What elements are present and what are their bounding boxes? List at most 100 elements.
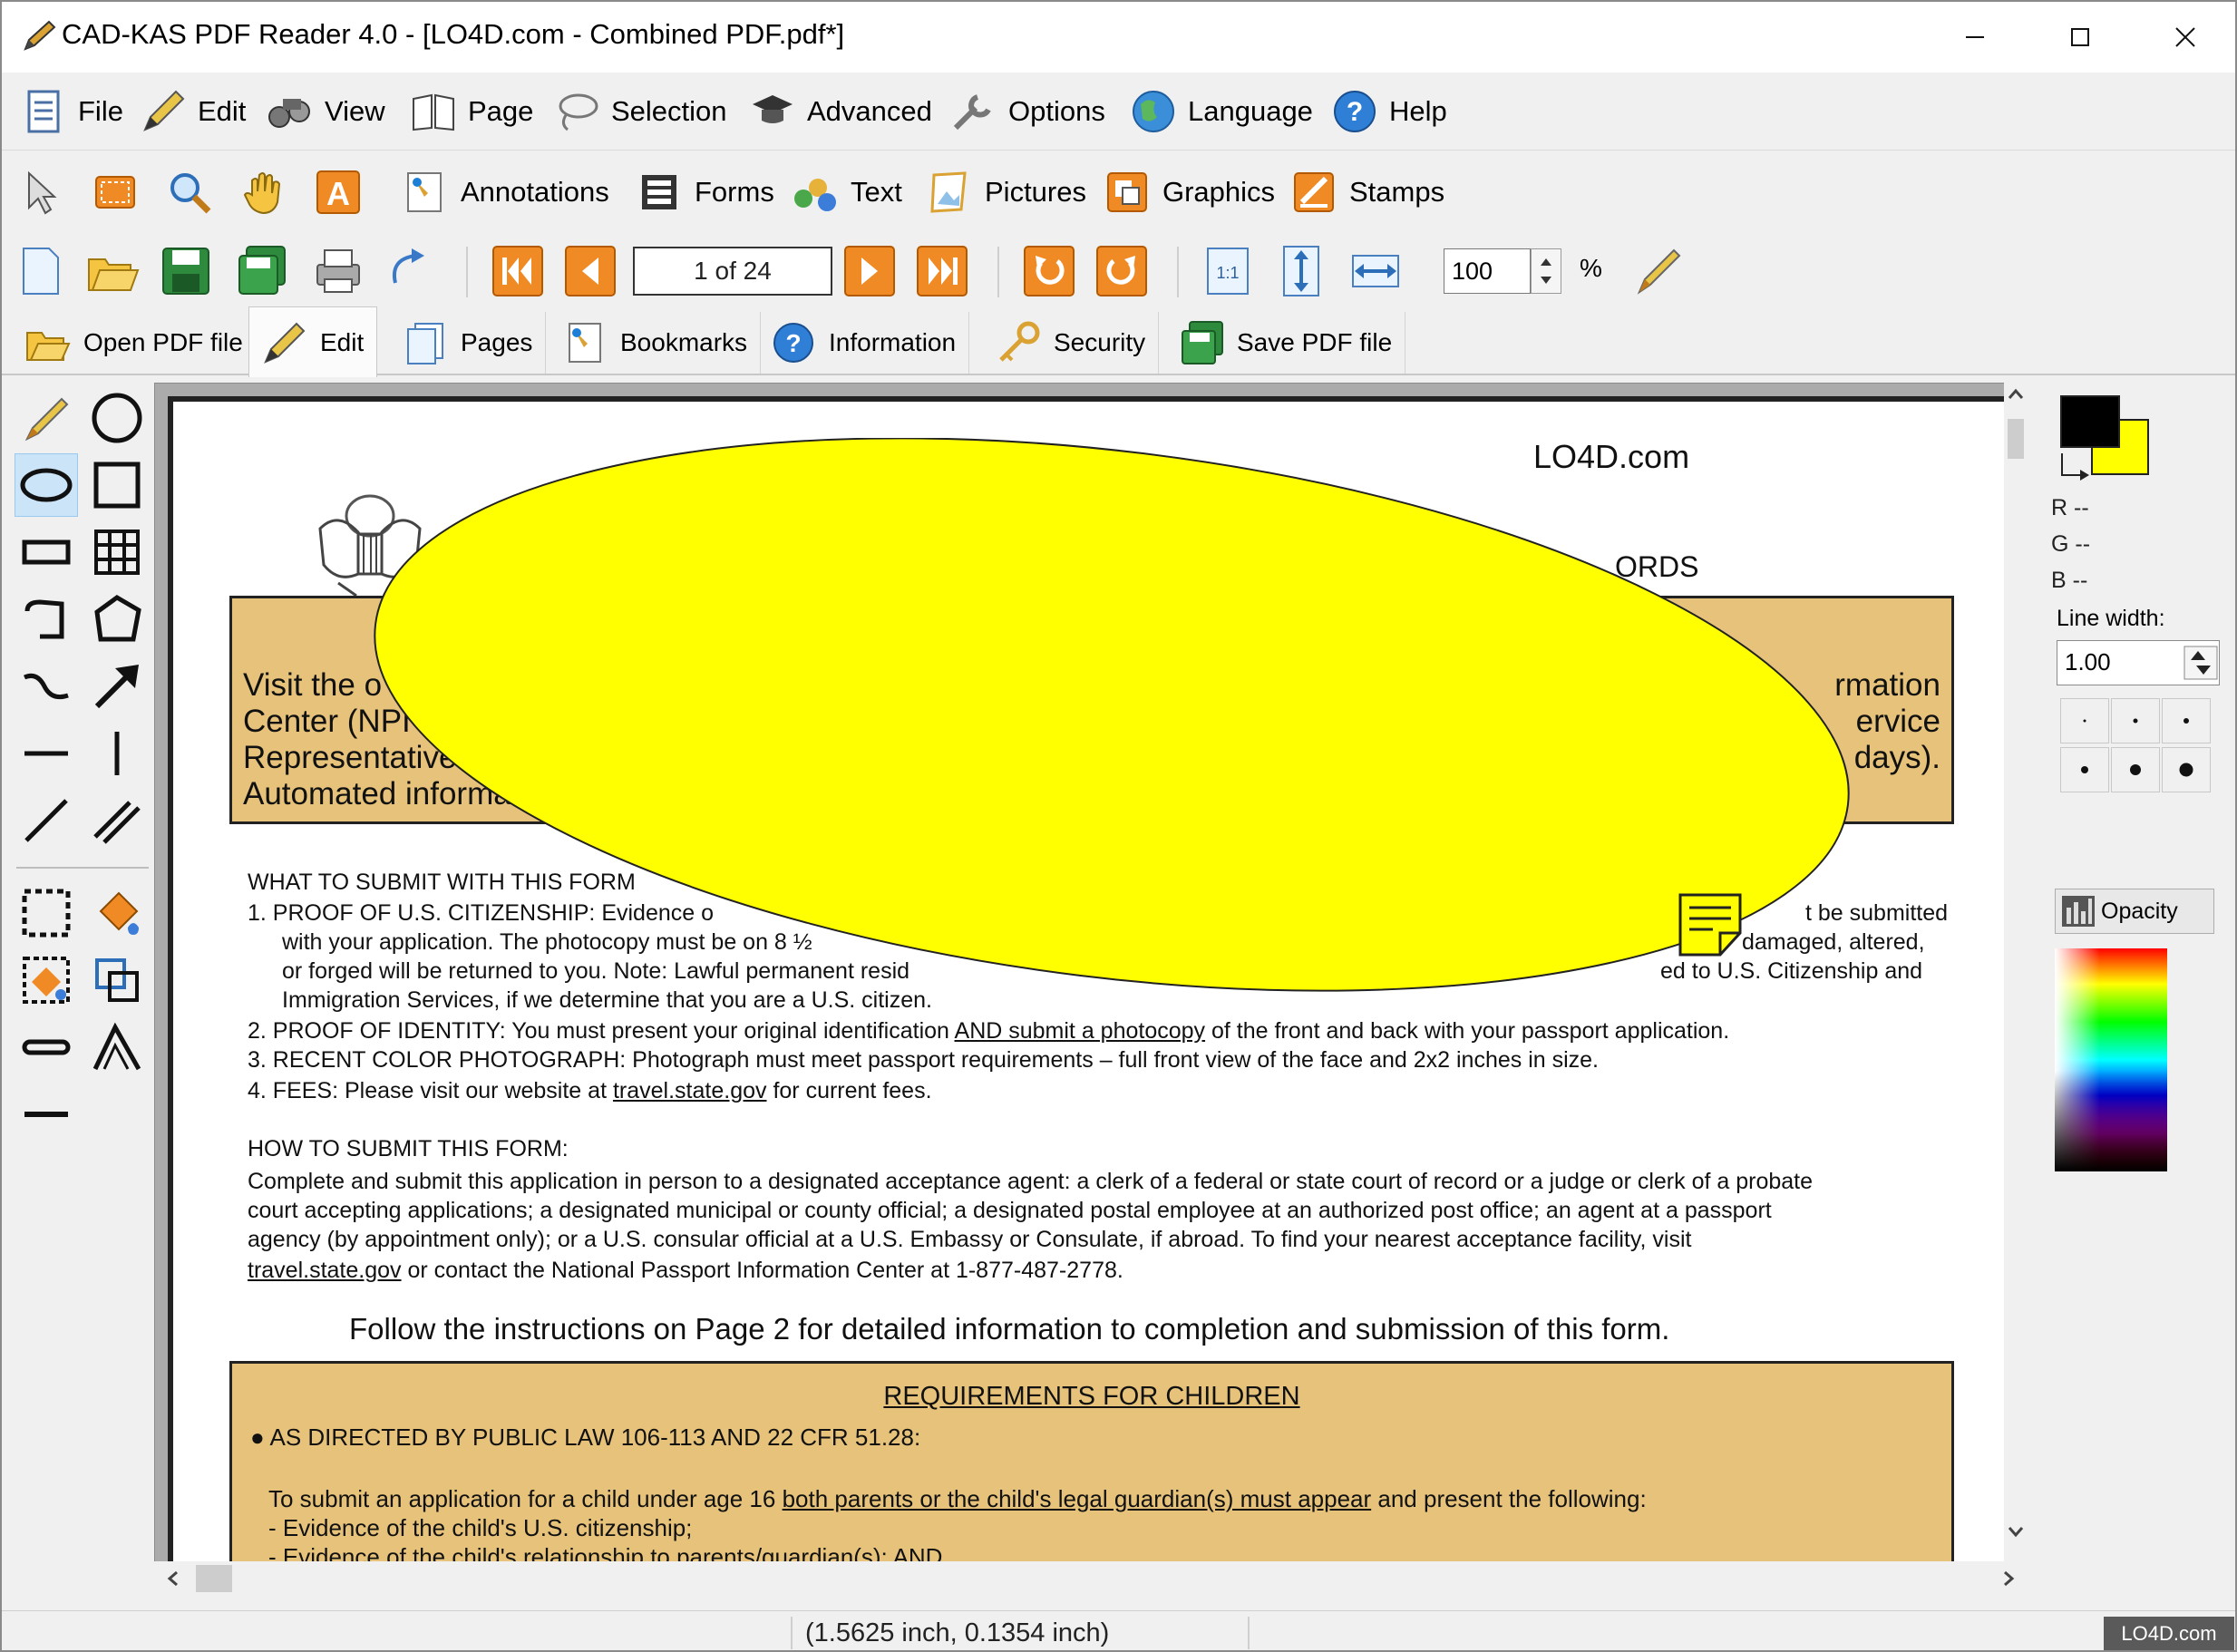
globe-icon [1133, 91, 1174, 132]
horizontal-scrollbar[interactable] [154, 1561, 2028, 1596]
new-document-icon[interactable] [13, 243, 69, 299]
marquee-tool[interactable] [91, 161, 151, 223]
thick-line-tool[interactable] [15, 1083, 78, 1146]
document-viewport[interactable]: LO4D.com ORDS Visit the o Center (NPI Re… [154, 383, 2028, 1596]
pdf-page[interactable]: LO4D.com ORDS Visit the o Center (NPI Re… [168, 396, 2008, 1575]
arrow-tool[interactable] [85, 655, 149, 718]
text-a-icon: A [316, 170, 360, 214]
vertical-line-tool[interactable] [85, 722, 149, 785]
scroll-up-icon[interactable] [2004, 383, 2028, 406]
ellipse-tool[interactable] [15, 453, 78, 517]
forms-tool[interactable]: Forms [635, 161, 774, 223]
save-all-icon[interactable] [234, 243, 290, 299]
pictures-tool[interactable]: Pictures [925, 161, 1086, 223]
rounded-line-tool[interactable] [15, 1015, 78, 1079]
point-size-option[interactable] [2060, 747, 2109, 792]
point-size-option[interactable] [2162, 747, 2211, 792]
next-page-icon[interactable] [841, 243, 898, 299]
first-page-icon[interactable] [490, 243, 546, 299]
horizontal-scroll-thumb[interactable] [196, 1565, 232, 1592]
select-tool[interactable] [18, 161, 78, 223]
menu-edit[interactable]: Edit [140, 80, 246, 143]
tab-pages[interactable]: Pages [390, 312, 547, 374]
vertical-scroll-thumb[interactable] [2008, 419, 2024, 459]
square-tool[interactable] [85, 453, 149, 517]
fees-link[interactable]: travel.state.gov [613, 1078, 767, 1103]
point-size-option[interactable] [2111, 698, 2160, 743]
tab-bookmarks[interactable]: Bookmarks [550, 312, 762, 374]
menu-help[interactable]: ? Help [1331, 80, 1447, 143]
fit-width-icon[interactable] [1347, 243, 1404, 299]
annotations-tool[interactable]: Annotations [401, 161, 609, 223]
point-size-option[interactable] [2162, 698, 2211, 743]
text-select-tool[interactable]: A [314, 161, 374, 223]
scroll-right-icon[interactable] [1997, 1567, 2020, 1590]
polygon-tool[interactable] [85, 588, 149, 651]
zoom-input[interactable]: 100 [1444, 248, 1531, 294]
stamps-tool[interactable]: Stamps [1289, 161, 1444, 223]
tab-security[interactable]: Security [983, 312, 1160, 374]
maximize-button[interactable] [2028, 2, 2133, 73]
yellow-ellipse-annotation[interactable] [373, 438, 1887, 1000]
fill-tool[interactable] [85, 881, 149, 945]
previous-page-icon[interactable] [562, 243, 618, 299]
travel-link[interactable]: travel.state.gov [248, 1258, 402, 1283]
point-size-option[interactable] [2060, 698, 2109, 743]
hand-tool[interactable] [239, 161, 299, 223]
tab-information[interactable]: ? Information [758, 312, 970, 374]
color-picker-gradient[interactable] [2055, 948, 2167, 1171]
menu-view[interactable]: View [267, 80, 385, 143]
line-tool[interactable] [15, 789, 78, 852]
polyline-tool[interactable] [15, 588, 78, 651]
swap-colors-icon[interactable] [2058, 450, 2095, 482]
open-folder-icon[interactable] [85, 243, 141, 299]
minimize-button[interactable] [1922, 2, 2028, 73]
page-number-field[interactable]: 1 of 24 [633, 247, 832, 296]
undo-arrow-icon[interactable] [383, 243, 439, 299]
fit-height-icon[interactable] [1273, 243, 1329, 299]
tab-edit[interactable]: Edit [248, 306, 378, 377]
line-width-spinner-icon[interactable] [2184, 646, 2218, 680]
point-size-option[interactable] [2111, 747, 2160, 792]
tab-open-pdf-file[interactable]: Open PDF file [13, 312, 257, 374]
text-tool[interactable]: Text [791, 161, 902, 223]
actual-size-icon[interactable]: 1:1 [1201, 243, 1257, 299]
print-icon[interactable] [310, 243, 366, 299]
menu-page[interactable]: Page [410, 80, 533, 143]
rect-select-tool[interactable] [15, 881, 78, 945]
item2-underlined: AND submit a photocopy [954, 1018, 1206, 1044]
tab-save-pdf-file[interactable]: Save PDF file [1166, 312, 1406, 374]
graphics-tool[interactable]: Graphics [1103, 161, 1275, 223]
menu-options[interactable]: Options [950, 80, 1105, 143]
double-line-tool[interactable] [85, 789, 149, 852]
menu-selection[interactable]: Selection [553, 80, 727, 143]
angle-tool[interactable] [85, 1015, 149, 1079]
vertical-scrollbar[interactable] [2004, 383, 2028, 1561]
menu-language[interactable]: Language [1130, 80, 1313, 143]
curve-tool[interactable] [15, 655, 78, 718]
menu-advanced[interactable]: Advanced [749, 80, 932, 143]
foreground-color-swatch[interactable] [2060, 395, 2120, 448]
table-tool[interactable] [85, 520, 149, 584]
scroll-left-icon[interactable] [161, 1567, 185, 1590]
scroll-down-icon[interactable] [2004, 1520, 2028, 1543]
close-button[interactable] [2133, 2, 2235, 73]
rotate-right-icon[interactable] [1094, 243, 1150, 299]
zoom-spinner[interactable] [1531, 248, 1561, 294]
text-icon [794, 179, 836, 211]
children-line1-underlined: both parents or the child's legal guardi… [782, 1485, 1372, 1512]
transform-tool[interactable] [85, 948, 149, 1012]
rectangle-tool[interactable] [15, 520, 78, 584]
sticky-note-icon[interactable] [1677, 891, 1746, 960]
last-page-icon[interactable] [914, 243, 970, 299]
fill-select-tool[interactable] [15, 948, 78, 1012]
rotate-left-icon[interactable] [1021, 243, 1077, 299]
save-icon[interactable] [158, 243, 214, 299]
brush-icon[interactable] [1630, 243, 1687, 299]
zoom-tool[interactable] [165, 161, 225, 223]
opacity-button[interactable]: Opacity [2055, 889, 2214, 934]
circle-tool[interactable] [85, 386, 149, 450]
menu-file[interactable]: File [20, 80, 123, 143]
brush-tool[interactable] [15, 386, 78, 450]
horizontal-line-tool[interactable] [15, 722, 78, 785]
